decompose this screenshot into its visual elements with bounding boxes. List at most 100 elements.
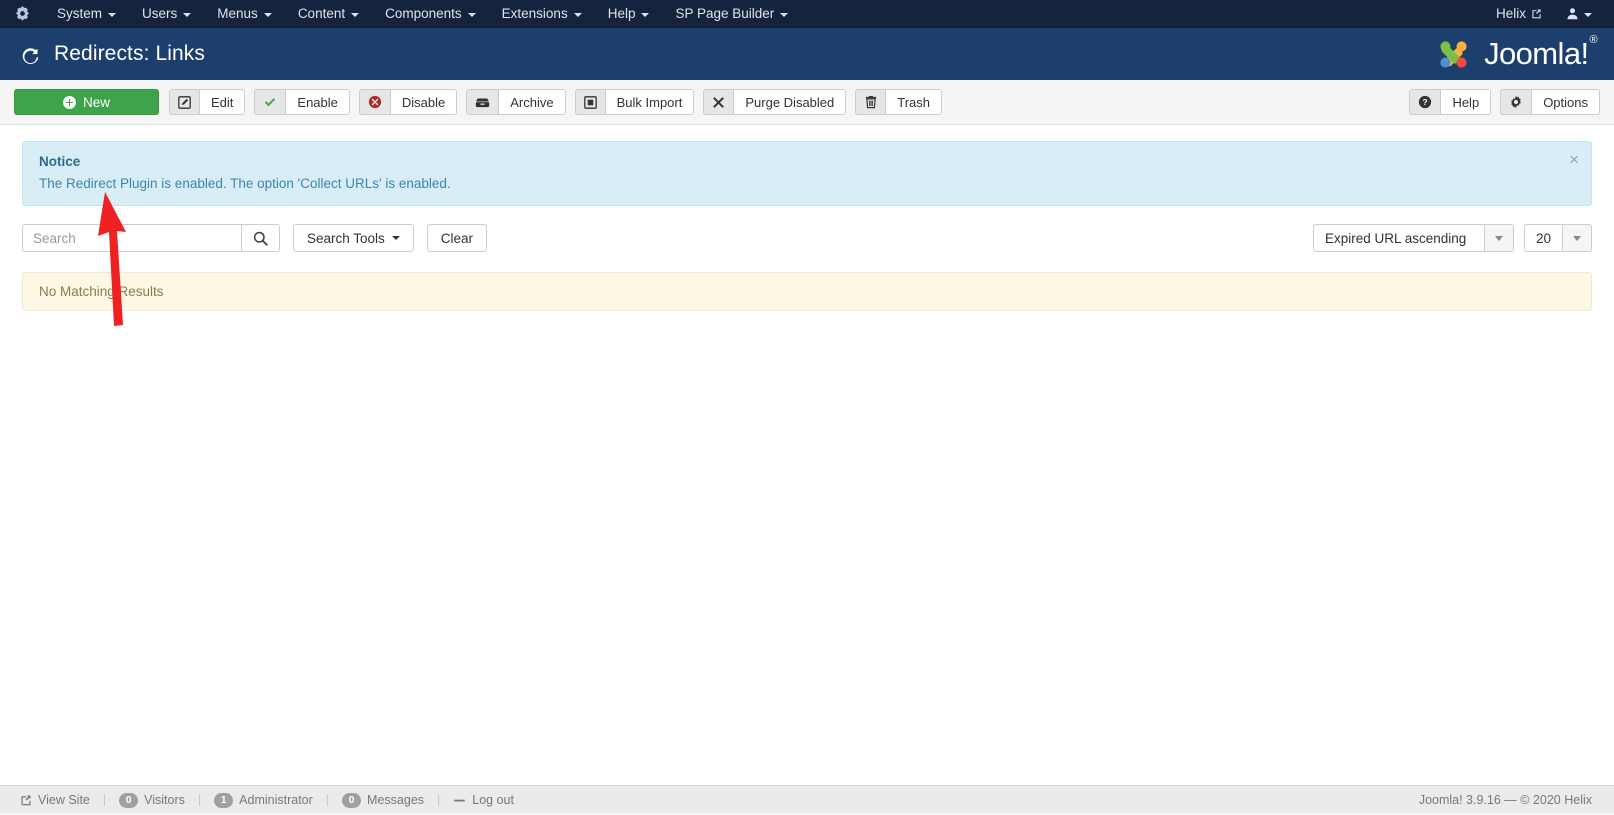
search-tools-label: Search Tools: [307, 231, 385, 246]
menu-item-extensions[interactable]: Extensions: [489, 0, 595, 28]
options-button[interactable]: Options: [1500, 89, 1600, 115]
menu-item-sp-page-builder[interactable]: SP Page Builder: [662, 0, 801, 28]
new-button[interactable]: New: [14, 89, 159, 115]
search-group: [22, 224, 280, 252]
bulk-import-button[interactable]: Bulk Import: [575, 89, 695, 115]
chevron-down-icon[interactable]: [1484, 225, 1513, 251]
view-site-link[interactable]: View Site: [16, 786, 103, 815]
joomla-mark-icon: [1432, 33, 1475, 76]
notice-message: The Redirect Plugin is enabled. The opti…: [39, 176, 1575, 191]
purge-disabled-button-label[interactable]: Purge Disabled: [733, 89, 846, 115]
user-icon: [1566, 7, 1579, 20]
chevron-down-icon: [392, 236, 400, 240]
menu-item-label: Content: [298, 0, 345, 28]
times-circle-icon[interactable]: [359, 89, 390, 115]
visitors-status[interactable]: 0 Visitors: [106, 786, 198, 815]
filter-right-group: Expired URL ascending 20: [1303, 224, 1592, 252]
edit-button-label[interactable]: Edit: [199, 89, 245, 115]
check-icon[interactable]: [254, 89, 285, 115]
search-tools-button[interactable]: Search Tools: [293, 224, 414, 252]
archive-box-icon[interactable]: [466, 89, 498, 115]
toolbar-right-group: ? Help Options: [1409, 89, 1600, 115]
search-input[interactable]: [22, 224, 241, 252]
help-button-label[interactable]: Help: [1440, 89, 1491, 115]
disable-button[interactable]: Disable: [359, 89, 457, 115]
chevron-down-icon: [108, 13, 116, 17]
menu-item-menus[interactable]: Menus: [204, 0, 285, 28]
redo-arrow-icon: [20, 44, 41, 65]
close-icon[interactable]: ×: [1569, 151, 1579, 168]
notice-alert: Notice The Redirect Plugin is enabled. T…: [22, 141, 1592, 206]
page-title-wrap: Redirects: Links: [20, 42, 205, 66]
enable-button-label[interactable]: Enable: [285, 89, 349, 115]
purge-disabled-button[interactable]: Purge Disabled: [703, 89, 846, 115]
menu-item-label: Extensions: [502, 0, 568, 28]
admin-top-right-group: Helix: [1484, 0, 1614, 28]
chevron-down-icon: [574, 13, 582, 17]
messages-status[interactable]: 0 Messages: [329, 786, 437, 815]
clear-button[interactable]: Clear: [427, 224, 487, 252]
menu-item-label: Menus: [217, 0, 258, 28]
status-footer: View Site | 0 Visitors | 1 Administrator…: [0, 785, 1614, 814]
menu-item-label: System: [57, 0, 102, 28]
edit-button[interactable]: Edit: [169, 89, 245, 115]
trash-button[interactable]: Trash: [855, 89, 942, 115]
menu-item-help[interactable]: Help: [595, 0, 663, 28]
bulk-import-button-label[interactable]: Bulk Import: [605, 89, 695, 115]
page-header: Redirects: Links Joomla!®: [0, 28, 1614, 80]
logout-label: Log out: [472, 793, 514, 807]
joomla-logo-text: Joomla!®: [1484, 36, 1596, 72]
archive-button[interactable]: Archive: [466, 89, 565, 115]
user-menu[interactable]: [1554, 0, 1604, 28]
chevron-down-icon: [351, 13, 359, 17]
page-title: Redirects: Links: [54, 42, 205, 66]
help-button[interactable]: ? Help: [1409, 89, 1491, 115]
archive-button-label[interactable]: Archive: [498, 89, 565, 115]
menu-item-label: SP Page Builder: [675, 0, 774, 28]
menu-item-label: Components: [385, 0, 462, 28]
stop-square-icon[interactable]: [575, 89, 605, 115]
svg-text:?: ?: [1423, 97, 1428, 107]
messages-label: Messages: [367, 793, 424, 807]
external-link-icon: [1531, 8, 1542, 19]
enable-button[interactable]: Enable: [254, 89, 349, 115]
menu-item-label: Help: [608, 0, 636, 28]
joomla-logo: Joomla!®: [1432, 33, 1596, 76]
list-limit-select[interactable]: 20: [1524, 224, 1592, 252]
times-icon[interactable]: [703, 89, 733, 115]
chevron-down-icon: [264, 13, 272, 17]
menu-item-content[interactable]: Content: [285, 0, 372, 28]
minus-icon: [453, 794, 466, 807]
admin-top-menu-bar: System Users Menus Content Components Ex…: [0, 0, 1614, 28]
menu-item-users[interactable]: Users: [129, 0, 204, 28]
content-area: Notice The Redirect Plugin is enabled. T…: [0, 141, 1614, 311]
logout-link[interactable]: Log out: [440, 786, 527, 815]
sort-select-value: Expired URL ascending: [1314, 225, 1484, 251]
filter-bar: Search Tools Clear Expired URL ascending…: [22, 224, 1592, 252]
notice-title: Notice: [39, 154, 1575, 169]
chevron-down-icon: [641, 13, 649, 17]
disable-button-label[interactable]: Disable: [390, 89, 457, 115]
chevron-down-icon: [468, 13, 476, 17]
menu-item-components[interactable]: Components: [372, 0, 489, 28]
trash-button-label[interactable]: Trash: [885, 89, 942, 115]
visitors-count: 0: [119, 793, 138, 808]
clear-button-label: Clear: [441, 231, 473, 246]
gear-icon[interactable]: [1500, 89, 1531, 115]
pencil-square-icon[interactable]: [169, 89, 199, 115]
menu-item-system[interactable]: System: [44, 0, 129, 28]
chevron-down-icon[interactable]: [1562, 225, 1591, 251]
sort-select[interactable]: Expired URL ascending: [1313, 224, 1514, 252]
joomla-brand-icon[interactable]: [0, 5, 44, 22]
trash-icon[interactable]: [855, 89, 885, 115]
plus-circle-icon: [63, 96, 76, 109]
question-circle-icon[interactable]: ?: [1409, 89, 1440, 115]
search-button[interactable]: [241, 224, 280, 252]
administrator-status[interactable]: 1 Administrator: [201, 786, 326, 815]
joomla-logo-word: Joomla!: [1484, 36, 1588, 71]
site-link[interactable]: Helix: [1484, 0, 1554, 28]
menu-item-label: Users: [142, 0, 177, 28]
chevron-down-icon: [780, 13, 788, 17]
chevron-down-icon: [1584, 13, 1592, 17]
options-button-label[interactable]: Options: [1531, 89, 1600, 115]
